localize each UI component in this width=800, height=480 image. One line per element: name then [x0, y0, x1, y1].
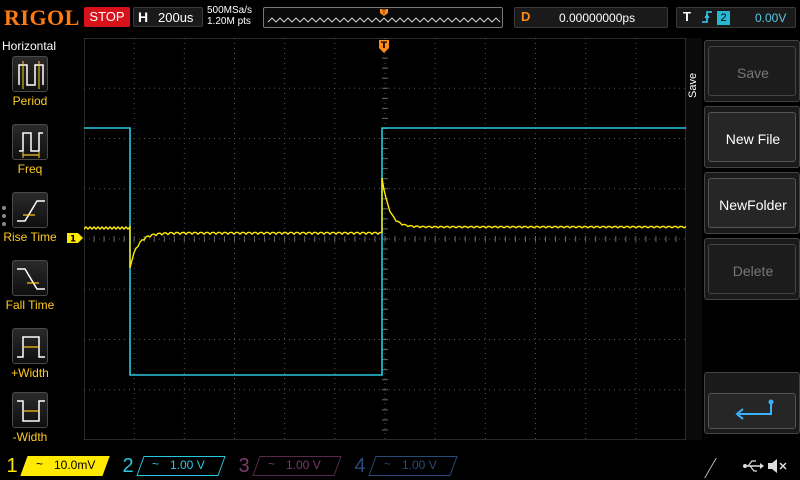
channel-number: 1	[6, 455, 18, 477]
return-arrow-icon	[735, 399, 774, 420]
save-button[interactable]: Save	[704, 40, 800, 102]
button-label: New File	[725, 131, 781, 147]
coupling-icon: ~	[152, 457, 160, 471]
measure-negative-width-button[interactable]: -Width	[0, 392, 60, 454]
button-label: NewFolder	[719, 197, 787, 213]
button-label: Delete	[732, 263, 774, 279]
channel-1-settings[interactable]: 1 ~ 10.0mV	[2, 454, 112, 478]
channel-number: 3	[238, 455, 250, 477]
waveform-display[interactable]: T	[84, 38, 686, 440]
coupling-icon: ~	[268, 457, 276, 471]
channel-number: 2	[122, 455, 134, 477]
fall-time-icon	[12, 260, 48, 296]
back-button[interactable]	[704, 372, 800, 434]
delete-button[interactable]: Delete	[704, 238, 800, 300]
measure-positive-width-button[interactable]: +Width	[0, 328, 60, 390]
measure-label: Period	[12, 94, 48, 108]
measure-label: +Width	[11, 366, 49, 380]
memory-position-bar[interactable]: T	[263, 7, 503, 28]
trigger-marker-text: T	[381, 41, 388, 51]
memory-waveform-icon: T	[267, 9, 501, 23]
measure-label: Fall Time	[5, 298, 55, 312]
menu-title: Save	[687, 72, 699, 98]
new-folder-button[interactable]: NewFolder	[704, 172, 800, 234]
channel-3-settings[interactable]: 3 ~ 1.00 V	[234, 454, 344, 478]
svg-text:T: T	[381, 9, 386, 16]
channel-scale: 1.00 V	[402, 458, 437, 472]
trigger-level: 0.00V	[755, 11, 787, 25]
speaker-muted-icon[interactable]	[766, 457, 788, 475]
measure-label: Freq	[17, 162, 43, 176]
status-bar: RIGOL STOP H 200us 500MSa/s 1.20M pts T …	[0, 0, 800, 36]
measure-fall-time-button[interactable]: Fall Time	[0, 260, 60, 322]
timebase-box[interactable]: H 200us	[133, 7, 203, 27]
run-stop-button[interactable]: STOP	[84, 7, 130, 27]
positive-width-icon	[12, 328, 48, 364]
channel-4-settings[interactable]: 4 ~ 1.00 V	[350, 454, 460, 478]
rise-time-icon	[12, 192, 48, 228]
timebase-value: 200us	[158, 10, 194, 25]
negative-width-icon	[12, 392, 48, 428]
rising-edge-icon	[701, 9, 713, 28]
system-status-icons	[700, 454, 798, 478]
trigger-delay-box[interactable]: D 0.00000000ps	[514, 7, 668, 28]
menu-title-tab: Save	[686, 38, 702, 440]
channel-bar: 1 ~ 10.0mV 2 ~ 1.00 V 3 ~ 1.00 V 4 ~ 1.0…	[0, 452, 800, 480]
sample-rate: 500MSa/s	[207, 5, 253, 16]
horizontal-letter: H	[138, 9, 149, 25]
delay-value: 0.00000000ps	[559, 11, 636, 25]
period-measure-icon	[12, 56, 48, 92]
acquisition-info: 500MSa/s 1.20M pts	[207, 5, 252, 27]
horizontal-measure-menu: Horizontal Period Freq Rise Time Fall Ti…	[0, 36, 60, 452]
measure-label: Rise Time	[3, 230, 57, 244]
delay-letter: D	[521, 9, 531, 24]
channel-scale: 1.00 V	[286, 458, 321, 472]
trigger-box[interactable]: T 2 0.00V	[676, 7, 796, 28]
measure-rise-time-button[interactable]: Rise Time	[0, 192, 60, 254]
trigger-source: 2	[717, 11, 730, 25]
brand-logo: RIGOL	[4, 5, 80, 30]
ch1-marker-text: 1	[70, 235, 76, 245]
save-menu: Save Save New File NewFolder Delete	[686, 38, 800, 440]
frequency-measure-icon	[12, 124, 48, 160]
channel-scale: 10.0mV	[54, 458, 96, 472]
measure-label: -Width	[12, 430, 48, 444]
button-label: Save	[737, 65, 769, 81]
channel-number: 4	[354, 455, 366, 477]
trigger-letter: T	[683, 9, 691, 24]
measure-freq-button[interactable]: Freq	[0, 124, 60, 186]
channel-2-settings[interactable]: 2 ~ 1.00 V	[118, 454, 228, 478]
coupling-icon: ~	[384, 457, 392, 471]
new-file-button[interactable]: New File	[704, 106, 800, 168]
measure-period-button[interactable]: Period	[0, 56, 60, 118]
ch1-offset-marker[interactable]: 1	[66, 232, 84, 244]
memory-depth: 1.20M pts	[207, 16, 251, 27]
menu-title: Horizontal	[2, 39, 57, 53]
channel-scale: 1.00 V	[170, 458, 205, 472]
usb-icon	[743, 460, 764, 472]
coupling-icon: ~	[36, 457, 44, 471]
